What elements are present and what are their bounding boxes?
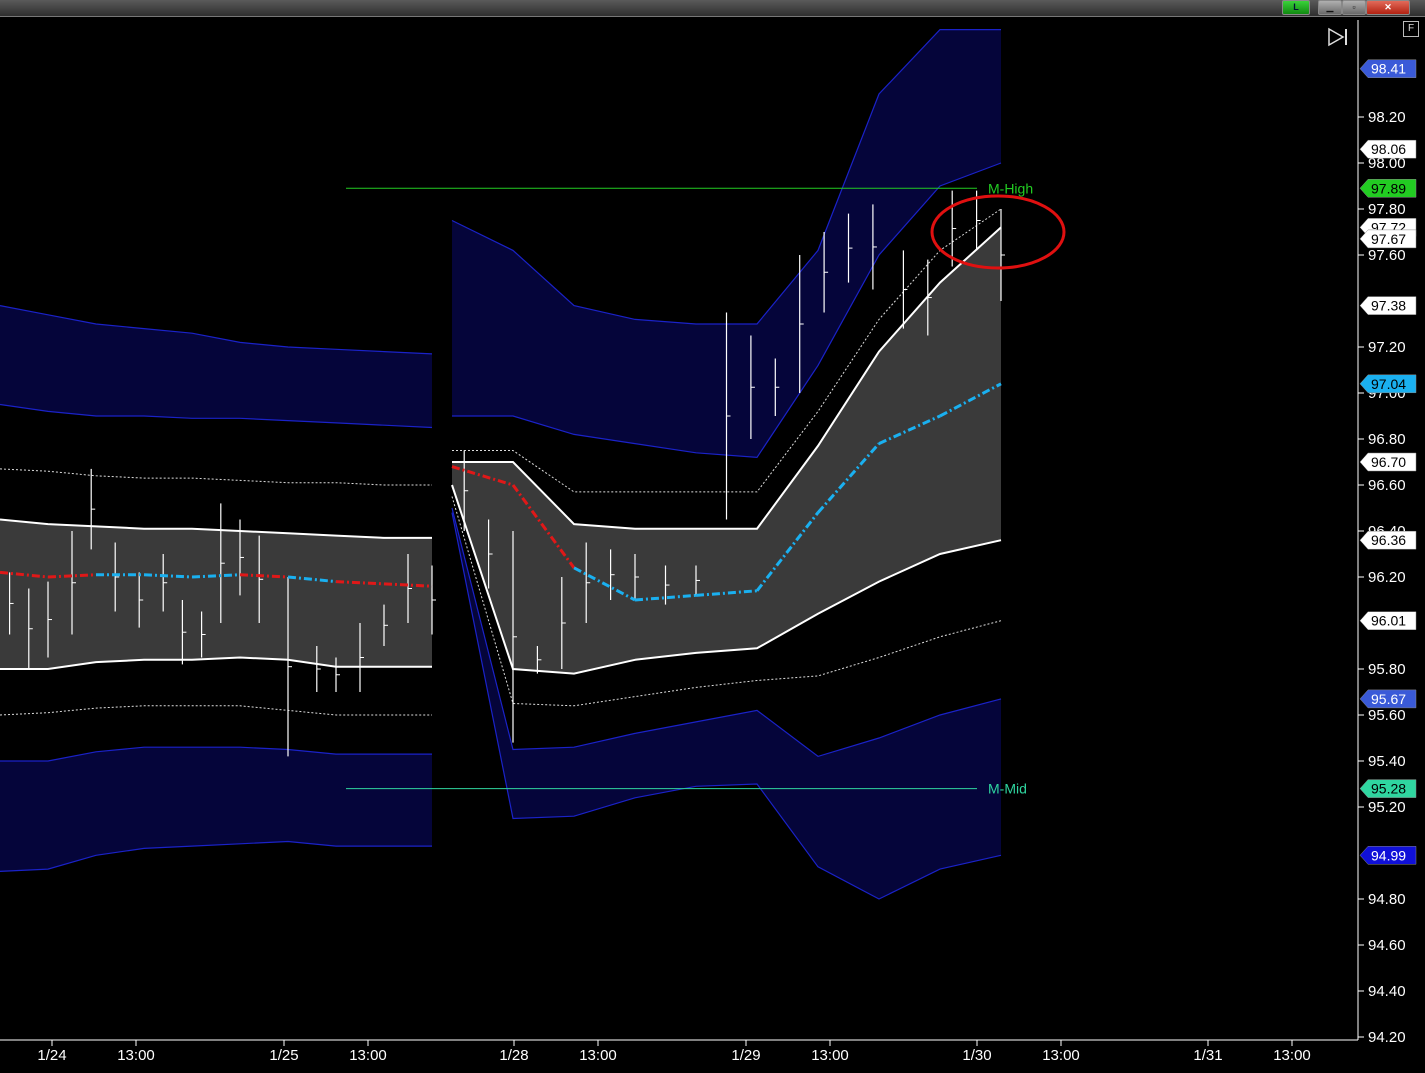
price-tick-label: 98.20 (1368, 109, 1406, 126)
price-tick-label: 94.20 (1368, 1029, 1406, 1046)
dotted-band-line (0, 468, 432, 486)
price-tick-label: 94.80 (1368, 891, 1406, 908)
time-tick-label: 1/28 (499, 1047, 528, 1064)
time-tick-label: 13:00 (579, 1047, 617, 1064)
price-tag-label: 97.67 (1371, 231, 1406, 247)
time-tick-label: 13:00 (117, 1047, 155, 1064)
price-tick-label: 95.40 (1368, 753, 1406, 770)
price-tag-label: 94.99 (1371, 847, 1406, 863)
price-tag-label: 95.28 (1371, 781, 1406, 797)
price-tag-label: 97.38 (1371, 298, 1406, 314)
level-label: M-Mid (988, 781, 1027, 797)
chart-window: L ▁ ▫ ✕ F M-High M-Mid 98.20 98.00 97.80 97.… (0, 0, 1425, 1073)
time-tick-label: 13:00 (1042, 1047, 1080, 1064)
price-tag-label: 98.06 (1371, 141, 1406, 157)
time-tick-label: 13:00 (349, 1047, 387, 1064)
time-tick-label: 1/25 (269, 1047, 298, 1064)
price-tick-label: 96.80 (1368, 431, 1406, 448)
price-chart[interactable]: M-HighM-Mid 98.2098.0097.8097.6097.2097.… (0, 0, 1425, 1073)
inner-band (0, 519, 432, 669)
price-tag-label: 98.41 (1371, 61, 1406, 77)
price-tag-label: 97.04 (1371, 376, 1406, 392)
time-axis: 1/24 13:00 1/25 13:00 1/28 13:00 1/29 13:00 1/30… (0, 1039, 1358, 1064)
price-tick-label: 94.40 (1368, 983, 1406, 1000)
price-tick-label: 95.20 (1368, 799, 1406, 816)
price-tick-label: 97.80 (1368, 201, 1406, 218)
price-tags: 98.4198.0697.8997.7297.6797.3897.0496.70… (1359, 59, 1417, 865)
time-tick-label: 13:00 (1273, 1047, 1311, 1064)
price-tag-label: 96.01 (1371, 613, 1406, 629)
time-tick-label: 1/24 (37, 1047, 66, 1064)
level-label: M-High (988, 180, 1033, 196)
outer-lower-band (0, 747, 432, 872)
price-tick-label: 97.60 (1368, 247, 1406, 264)
time-tick-label: 1/29 (731, 1047, 760, 1064)
outer-upper-band (0, 305, 432, 428)
time-tick-label: 1/31 (1193, 1047, 1222, 1064)
price-tick-label: 95.80 (1368, 661, 1406, 678)
price-tick-label: 96.20 (1368, 569, 1406, 586)
price-tag-label: 96.36 (1371, 532, 1406, 548)
time-tick-label: 13:00 (811, 1047, 849, 1064)
price-tag-label: 95.67 (1371, 691, 1406, 707)
price-tag-label: 97.89 (1371, 180, 1406, 196)
price-tag-label: 96.70 (1371, 454, 1406, 470)
dotted-band-line (0, 705, 432, 716)
price-tick-label: 96.60 (1368, 477, 1406, 494)
bands-layer (0, 29, 1002, 900)
time-tick-label: 1/30 (962, 1047, 991, 1064)
price-tick-label: 97.20 (1368, 339, 1406, 356)
price-tick-label: 95.60 (1368, 707, 1406, 724)
price-tick-label: 94.60 (1368, 937, 1406, 954)
